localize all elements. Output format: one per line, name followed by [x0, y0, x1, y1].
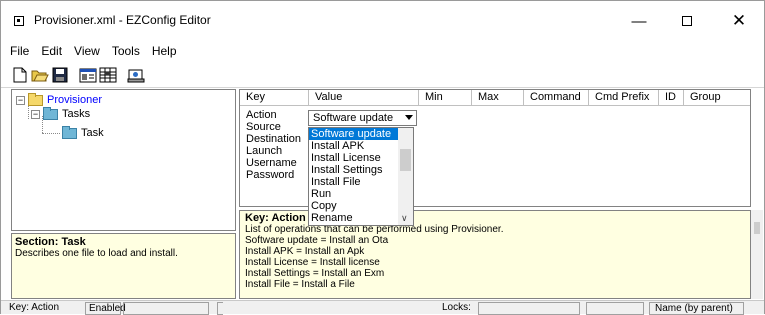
- key-help-line: Software update = Install an Ota: [245, 235, 389, 246]
- section-title: Section: Task: [15, 236, 86, 248]
- tree-node-provisioner[interactable]: − Provisioner: [16, 92, 103, 107]
- column-header-min[interactable]: Min: [419, 90, 472, 106]
- tree-label: Tasks: [62, 108, 91, 120]
- status-empty-panel: [586, 302, 644, 315]
- tree-node-task[interactable]: Task: [62, 125, 104, 140]
- status-key: Key: Action: [9, 302, 60, 313]
- save-disk-icon: [52, 67, 68, 83]
- grid-button[interactable]: [99, 66, 117, 84]
- menu-help[interactable]: Help: [146, 41, 183, 61]
- status-name: Name (by parent): [649, 302, 744, 315]
- grid-key-action[interactable]: Action: [246, 109, 301, 121]
- key-help-scrollbar[interactable]: [751, 210, 763, 299]
- tree-view[interactable]: − Provisioner − Tasks Task: [11, 89, 236, 231]
- toolbar: [11, 65, 145, 85]
- open-folder-icon: [31, 70, 49, 82]
- column-header-id[interactable]: ID: [659, 90, 684, 106]
- new-file-icon: [13, 67, 27, 83]
- new-file-button[interactable]: [11, 66, 29, 84]
- app-icon[interactable]: [14, 16, 24, 26]
- section-help-pane: Section: Task Describes one file to load…: [11, 233, 236, 299]
- scroll-down-icon[interactable]: ∨: [401, 213, 408, 224]
- key-help-line: Install APK = Install an Apk: [245, 246, 365, 257]
- column-header-command[interactable]: Command: [524, 90, 589, 106]
- column-header-cmd-prefix[interactable]: Cmd Prefix: [589, 90, 659, 106]
- scrollbar-thumb[interactable]: [754, 222, 760, 234]
- status-state: Enabled: [85, 302, 126, 315]
- window-title: Provisioner.xml - EZConfig Editor: [34, 13, 211, 27]
- maximize-button[interactable]: [667, 9, 707, 33]
- tree-label: Task: [81, 127, 104, 139]
- folder-icon: [43, 106, 58, 120]
- folder-icon: [62, 125, 77, 139]
- menu-tools[interactable]: Tools: [106, 41, 146, 61]
- save-button[interactable]: [51, 66, 69, 84]
- tree-node-tasks[interactable]: − Tasks: [31, 106, 91, 121]
- title-bar: Provisioner.xml - EZConfig Editor — ✕: [1, 1, 764, 39]
- toolbar-divider: [1, 87, 764, 88]
- menu-edit[interactable]: Edit: [35, 41, 68, 61]
- properties-icon: [79, 68, 97, 83]
- column-header-group[interactable]: Group: [684, 90, 748, 106]
- column-header-key[interactable]: Key: [240, 90, 309, 106]
- menu-view[interactable]: View: [68, 41, 106, 61]
- menu-file[interactable]: File: [1, 41, 35, 61]
- properties-button[interactable]: [79, 66, 97, 84]
- dropdown-scrollbar[interactable]: ∨: [398, 128, 413, 225]
- grid-key-source[interactable]: Source: [246, 121, 301, 133]
- column-header-value[interactable]: Value: [309, 90, 419, 106]
- maximize-icon: [682, 16, 692, 26]
- grid-key-password[interactable]: Password: [246, 169, 301, 181]
- grid-header: Key Value Min Max Command Cmd Prefix ID …: [240, 90, 750, 106]
- tree-connector: [42, 133, 60, 134]
- section-description: Describes one file to load and install.: [15, 248, 178, 259]
- minimize-button[interactable]: —: [619, 9, 659, 33]
- chevron-down-icon[interactable]: [405, 115, 413, 120]
- action-value-dropdown[interactable]: Software update: [308, 110, 417, 126]
- close-button[interactable]: ✕: [719, 9, 759, 33]
- grid-icon: [99, 67, 117, 83]
- status-locks: Locks:: [442, 302, 471, 313]
- collapse-toggle[interactable]: −: [16, 95, 25, 105]
- grid-key-launch[interactable]: Launch: [246, 145, 301, 157]
- status-empty-panel: [123, 302, 209, 315]
- status-locks-panel: [478, 302, 580, 315]
- status-bar: Key: Action Enabled Locks: Name (by pare…: [1, 300, 764, 315]
- open-button[interactable]: [31, 66, 49, 84]
- folder-icon: [28, 92, 43, 106]
- export-icon: [127, 69, 145, 83]
- export-button[interactable]: [127, 66, 145, 84]
- scrollbar-thumb[interactable]: [400, 149, 411, 171]
- dropdown-selected-value: Software update: [313, 112, 394, 124]
- key-help-line: Install License = Install license: [245, 257, 380, 268]
- key-help-line: Install Settings = Install an Exm: [245, 268, 385, 279]
- dropdown-list[interactable]: Software update Install APK Install Lice…: [308, 127, 414, 226]
- grid-key-column: Action Source Destination Launch Usernam…: [246, 109, 301, 181]
- grid-key-username[interactable]: Username: [246, 157, 301, 169]
- app-window: Provisioner.xml - EZConfig Editor — ✕ Fi…: [0, 0, 765, 315]
- collapse-toggle[interactable]: −: [31, 109, 40, 119]
- column-header-max[interactable]: Max: [472, 90, 524, 106]
- key-help-line: Install File = Install a File: [245, 279, 355, 290]
- status-divider: [217, 302, 223, 315]
- grid-key-destination[interactable]: Destination: [246, 133, 301, 145]
- tree-label: Provisioner: [47, 94, 103, 106]
- menu-bar: File Edit View Tools Help: [1, 41, 183, 61]
